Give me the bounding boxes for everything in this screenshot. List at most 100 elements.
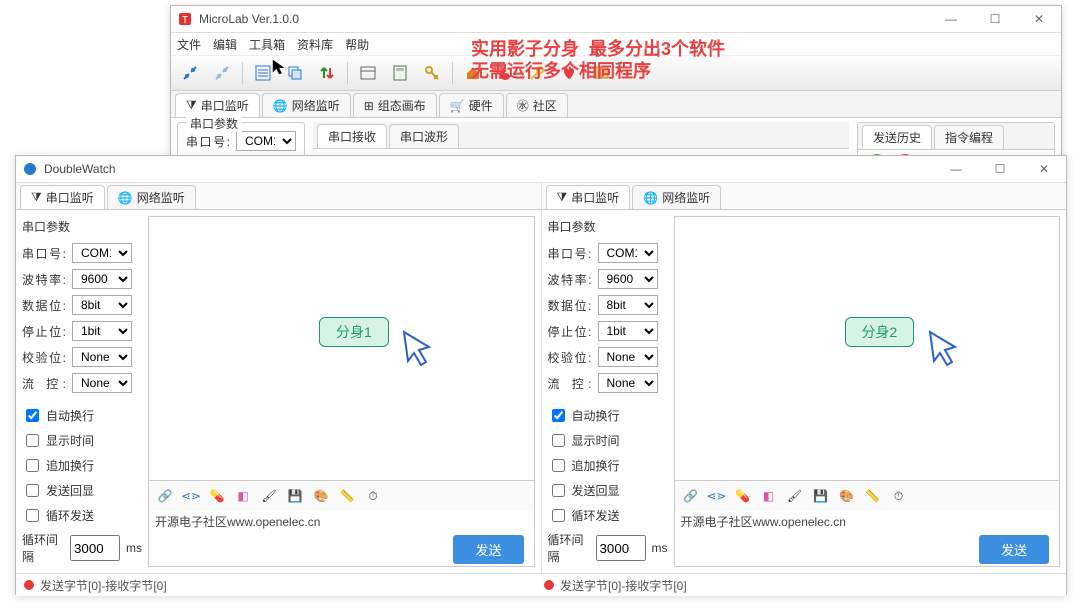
tab-network-monitor[interactable]: 🌐网络监听 [107, 185, 196, 209]
tab-network-monitor[interactable]: 🌐网络监听 [262, 93, 351, 117]
loopsend-checkbox[interactable] [552, 509, 565, 522]
tab-hardware[interactable]: 🛒 硬件 [439, 93, 504, 117]
tool-ruler-icon[interactable]: 📏 [335, 484, 359, 508]
check-appendlf[interactable]: 追加换行 [548, 456, 668, 475]
tab-label: 硬件 [469, 97, 493, 114]
tool-pill-icon[interactable]: 💊 [205, 484, 229, 508]
showtime-checkbox[interactable] [26, 434, 39, 447]
loop-label: 循环间隔 [22, 531, 64, 565]
check-appendlf[interactable]: 追加换行 [22, 456, 142, 475]
tool-updown-icon[interactable] [312, 58, 342, 88]
cart-icon: 🛒 [450, 99, 465, 113]
subtab-serial-recv[interactable]: 串口接收 [317, 124, 387, 148]
baud-select[interactable]: 9600 [72, 269, 132, 289]
loop-interval-input[interactable] [596, 535, 646, 561]
check-autowrap[interactable]: 自动换行 [548, 406, 668, 425]
menu-edit[interactable]: 编辑 [213, 36, 237, 53]
flow-select[interactable]: None [598, 373, 658, 393]
check-loopsend[interactable]: 循环发送 [22, 506, 142, 525]
parity-select[interactable]: None [598, 347, 658, 367]
tab-serial-monitor[interactable]: ⧩串口监听 [20, 185, 105, 209]
send-button[interactable]: 发送 [453, 535, 523, 564]
doublewatch-body: ⧩串口监听 🌐网络监听 串口参数 串口号:COM10 波特率:9600 数据位:… [16, 183, 1066, 573]
doublewatch-titlebar[interactable]: DoubleWatch — ☐ ✕ [16, 156, 1066, 183]
loopsend-checkbox[interactable] [26, 509, 39, 522]
maximize-button[interactable]: ☐ [973, 6, 1017, 32]
pointer-hand-icon [394, 327, 444, 377]
subtab-cmd-program[interactable]: 指令编程 [934, 125, 1004, 149]
autowrap-checkbox[interactable] [26, 409, 39, 422]
check-autowrap[interactable]: 自动换行 [22, 406, 142, 425]
tool-link-icon[interactable]: 🔗 [679, 484, 703, 508]
port-select[interactable]: COM10 [236, 131, 296, 151]
tab-label: 网络监听 [292, 97, 340, 114]
baud-select[interactable]: 9600 [598, 269, 658, 289]
tool-brush-icon[interactable]: 🖌 [257, 484, 281, 508]
close-button[interactable]: ✕ [1022, 156, 1066, 182]
minimize-button[interactable]: — [934, 156, 978, 182]
menu-file[interactable]: 文件 [177, 36, 201, 53]
tab-serial-monitor[interactable]: ⧩串口监听 [546, 185, 631, 209]
sendecho-checkbox[interactable] [26, 484, 39, 497]
flow-label: 流 控: [22, 375, 66, 392]
tool-calendar-icon[interactable] [353, 58, 383, 88]
check-loopsend[interactable]: 循环发送 [548, 506, 668, 525]
check-showtime[interactable]: 显示时间 [22, 431, 142, 450]
tab-scada-canvas[interactable]: ⊞组态画布 [353, 93, 437, 117]
tool-link-icon[interactable]: 🔗 [153, 484, 177, 508]
check-sendecho[interactable]: 发送回显 [548, 481, 668, 500]
menu-help[interactable]: 帮助 [345, 36, 369, 53]
close-button[interactable]: ✕ [1017, 6, 1061, 32]
microlab-titlebar[interactable]: T MicroLab Ver.1.0.0 — ☐ ✕ [171, 6, 1061, 33]
stop-select[interactable]: 1bit [72, 321, 132, 341]
tool-connect2-icon[interactable] [207, 58, 237, 88]
appendlf-checkbox[interactable] [552, 459, 565, 472]
port-select[interactable]: COM10 [598, 243, 658, 263]
tool-eraser-icon[interactable]: ◧ [757, 484, 781, 508]
tool-save-icon[interactable]: 💾 [283, 484, 307, 508]
flow-select[interactable]: None [72, 373, 132, 393]
check-showtime[interactable]: 显示时间 [548, 431, 668, 450]
loop-interval-input[interactable] [70, 535, 120, 561]
tool-brush-icon[interactable]: 🖌 [783, 484, 807, 508]
clone-tag-1: 分身1 [319, 317, 389, 347]
tab-community[interactable]: ㊌社区 [506, 93, 568, 117]
tool-ruler-icon[interactable]: 📏 [861, 484, 885, 508]
tool-palette-icon[interactable]: 🎨 [309, 484, 333, 508]
minimize-button[interactable]: — [929, 6, 973, 32]
tool-clock-icon[interactable]: ⏱ [361, 484, 385, 508]
showtime-checkbox[interactable] [552, 434, 565, 447]
tool-code-icon[interactable]: ⋖⋗ [705, 484, 729, 508]
tool-code-icon[interactable]: ⋖⋗ [179, 484, 203, 508]
port-select[interactable]: COM10 [72, 243, 132, 263]
tool-save-icon[interactable]: 💾 [809, 484, 833, 508]
menu-library[interactable]: 资料库 [297, 36, 333, 53]
tool-palette-icon[interactable]: 🎨 [835, 484, 859, 508]
tool-connect-icon[interactable] [175, 58, 205, 88]
tool-eraser-icon[interactable]: ◧ [231, 484, 255, 508]
globe2-icon: ㊌ [517, 97, 529, 114]
subtab-send-history[interactable]: 发送历史 [862, 125, 932, 149]
tool-pill-icon[interactable]: 💊 [731, 484, 755, 508]
menu-toolbox[interactable]: 工具箱 [249, 36, 285, 53]
data-select[interactable]: 8bit [72, 295, 132, 315]
subtab-serial-wave[interactable]: 串口波形 [389, 124, 459, 148]
maximize-button[interactable]: ☐ [978, 156, 1022, 182]
tab-serial-monitor[interactable]: ⧩串口监听 [175, 93, 260, 117]
subtab-label: 串口接收 [328, 128, 376, 145]
autowrap-checkbox[interactable] [552, 409, 565, 422]
data-select[interactable]: 8bit [598, 295, 658, 315]
tab-network-monitor[interactable]: 🌐网络监听 [632, 185, 721, 209]
stop-select[interactable]: 1bit [598, 321, 658, 341]
serial-params-panel: 串口参数 串口号:COM10 波特率:9600 数据位:8bit 停止位:1bi… [548, 216, 668, 567]
tool-clock-icon[interactable]: ⏱ [887, 484, 911, 508]
send-button[interactable]: 发送 [979, 535, 1049, 564]
baud-label: 波特率: [548, 271, 592, 288]
parity-select[interactable]: None [72, 347, 132, 367]
filter-icon: ⧩ [557, 190, 568, 205]
appendlf-checkbox[interactable] [26, 459, 39, 472]
tool-key-icon[interactable] [417, 58, 447, 88]
sendecho-checkbox[interactable] [552, 484, 565, 497]
check-sendecho[interactable]: 发送回显 [22, 481, 142, 500]
tool-calc-icon[interactable] [385, 58, 415, 88]
